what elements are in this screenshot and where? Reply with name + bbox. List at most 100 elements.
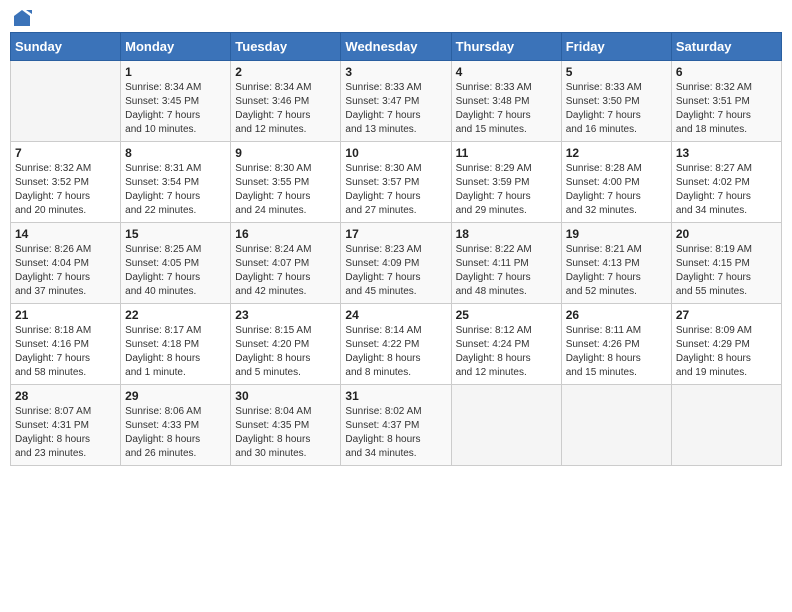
day-info: Sunrise: 8:27 AMSunset: 4:02 PMDaylight:… [676,162,777,218]
calendar-cell: 8Sunrise: 8:31 AMSunset: 3:54 PMDaylight… [121,142,231,223]
calendar-cell: 3Sunrise: 8:33 AMSunset: 3:47 PMDaylight… [341,61,451,142]
calendar-cell: 10 Sunrise: 8:30 AMSunset: 3:57 PMDayligh… [341,142,451,223]
day-number: 6 [676,65,777,79]
calendar-cell [561,385,671,466]
weekday-header-wednesday: Wednesday [341,33,451,61]
day-info: Sunrise: 8:23 AMSunset: 4:09 PMDaylight:… [345,243,446,299]
day-info: Sunrise: 8:06 AMSunset: 4:33 PMDaylight:… [125,405,226,461]
logo [10,10,32,24]
day-info: Sunrise: 8:33 AMSunset: 3:50 PMDaylight:… [566,81,667,137]
day-number: 18 [456,227,557,241]
calendar-cell: 14 Sunrise: 8:26 AMSunset: 4:04 PMDayligh… [11,223,121,304]
calendar-cell: 9 Sunrise: 8:30 AMSunset: 3:55 PMDaylight… [231,142,341,223]
calendar-cell: 17 Sunrise: 8:23 AMSunset: 4:09 PMDayligh… [341,223,451,304]
day-info: Sunrise: 8:02 AMSunset: 4:37 PMDaylight:… [345,405,446,461]
calendar-cell: 11 Sunrise: 8:29 AMSunset: 3:59 PMDayligh… [451,142,561,223]
day-number: 30 [235,389,336,403]
day-info: Sunrise: 8:34 AMSunset: 3:45 PMDaylight:… [125,81,226,137]
day-number: 15 [125,227,226,241]
calendar-cell: 29 Sunrise: 8:06 AMSunset: 4:33 PMDayligh… [121,385,231,466]
day-number: 1 [125,65,226,79]
day-number: 23 [235,308,336,322]
day-info: Sunrise: 8:33 AMSunset: 3:48 PMDaylight:… [456,81,557,137]
weekday-header-monday: Monday [121,33,231,61]
day-number: 10 [345,146,446,160]
day-number: 25 [456,308,557,322]
calendar-cell: 4Sunrise: 8:33 AMSunset: 3:48 PMDaylight… [451,61,561,142]
calendar-cell: 23 Sunrise: 8:15 AMSunset: 4:20 PMDayligh… [231,304,341,385]
calendar-cell: 13 Sunrise: 8:27 AMSunset: 4:02 PMDayligh… [671,142,781,223]
week-row-1: 1 Sunrise: 8:34 AMSunset: 3:45 PMDaylight… [11,61,782,142]
calendar-cell: 18Sunrise: 8:22 AMSunset: 4:11 PMDayligh… [451,223,561,304]
calendar-cell: 26 Sunrise: 8:11 AMSunset: 4:26 PMDayligh… [561,304,671,385]
calendar-cell: 27Sunrise: 8:09 AMSunset: 4:29 PMDayligh… [671,304,781,385]
day-info: Sunrise: 8:26 AMSunset: 4:04 PMDaylight:… [15,243,116,299]
day-info: Sunrise: 8:33 AMSunset: 3:47 PMDaylight:… [345,81,446,137]
weekday-header-sunday: Sunday [11,33,121,61]
day-number: 2 [235,65,336,79]
day-number: 31 [345,389,446,403]
calendar-cell: 7Sunrise: 8:32 AMSunset: 3:52 PMDaylight… [11,142,121,223]
calendar-cell: 2 Sunrise: 8:34 AMSunset: 3:46 PMDaylight… [231,61,341,142]
day-number: 8 [125,146,226,160]
day-number: 22 [125,308,226,322]
day-info: Sunrise: 8:12 AMSunset: 4:24 PMDaylight:… [456,324,557,380]
day-number: 16 [235,227,336,241]
day-info: Sunrise: 8:34 AMSunset: 3:46 PMDaylight:… [235,81,336,137]
calendar-cell: 15 Sunrise: 8:25 AMSunset: 4:05 PMDayligh… [121,223,231,304]
day-info: Sunrise: 8:19 AMSunset: 4:15 PMDaylight:… [676,243,777,299]
page-header [10,10,782,24]
day-number: 26 [566,308,667,322]
day-info: Sunrise: 8:25 AMSunset: 4:05 PMDaylight:… [125,243,226,299]
day-number: 12 [566,146,667,160]
weekday-header-friday: Friday [561,33,671,61]
day-info: Sunrise: 8:09 AMSunset: 4:29 PMDaylight:… [676,324,777,380]
day-info: Sunrise: 8:17 AMSunset: 4:18 PMDaylight:… [125,324,226,380]
calendar-cell: 24 Sunrise: 8:14 AMSunset: 4:22 PMDayligh… [341,304,451,385]
day-info: Sunrise: 8:29 AMSunset: 3:59 PMDaylight:… [456,162,557,218]
calendar-cell: 20Sunrise: 8:19 AMSunset: 4:15 PMDayligh… [671,223,781,304]
day-info: Sunrise: 8:28 AMSunset: 4:00 PMDaylight:… [566,162,667,218]
day-number: 14 [15,227,116,241]
day-number: 5 [566,65,667,79]
calendar-cell [451,385,561,466]
week-row-3: 14 Sunrise: 8:26 AMSunset: 4:04 PMDayligh… [11,223,782,304]
weekday-header-saturday: Saturday [671,33,781,61]
day-info: Sunrise: 8:32 AMSunset: 3:52 PMDaylight:… [15,162,116,218]
calendar-cell: 16 Sunrise: 8:24 AMSunset: 4:07 PMDayligh… [231,223,341,304]
day-number: 28 [15,389,116,403]
calendar-cell: 30 Sunrise: 8:04 AMSunset: 4:35 PMDayligh… [231,385,341,466]
calendar-cell [671,385,781,466]
day-info: Sunrise: 8:11 AMSunset: 4:26 PMDaylight:… [566,324,667,380]
weekday-header-tuesday: Tuesday [231,33,341,61]
calendar-body: 1 Sunrise: 8:34 AMSunset: 3:45 PMDaylight… [11,61,782,466]
day-info: Sunrise: 8:30 AMSunset: 3:55 PMDaylight:… [235,162,336,218]
weekday-header-row: SundayMondayTuesdayWednesdayThursdayFrid… [11,33,782,61]
day-number: 21 [15,308,116,322]
calendar-cell: 22 Sunrise: 8:17 AMSunset: 4:18 PMDayligh… [121,304,231,385]
day-number: 11 [456,146,557,160]
day-number: 17 [345,227,446,241]
day-info: Sunrise: 8:18 AMSunset: 4:16 PMDaylight:… [15,324,116,380]
day-number: 13 [676,146,777,160]
day-info: Sunrise: 8:30 AMSunset: 3:57 PMDaylight:… [345,162,446,218]
day-info: Sunrise: 8:07 AMSunset: 4:31 PMDaylight:… [15,405,116,461]
day-info: Sunrise: 8:14 AMSunset: 4:22 PMDaylight:… [345,324,446,380]
day-number: 9 [235,146,336,160]
day-number: 24 [345,308,446,322]
calendar-table: SundayMondayTuesdayWednesdayThursdayFrid… [10,32,782,466]
logo-icon [12,8,32,28]
day-info: Sunrise: 8:15 AMSunset: 4:20 PMDaylight:… [235,324,336,380]
calendar-cell: 5 Sunrise: 8:33 AMSunset: 3:50 PMDaylight… [561,61,671,142]
calendar-cell: 19Sunrise: 8:21 AMSunset: 4:13 PMDayligh… [561,223,671,304]
day-info: Sunrise: 8:04 AMSunset: 4:35 PMDaylight:… [235,405,336,461]
day-info: Sunrise: 8:21 AMSunset: 4:13 PMDaylight:… [566,243,667,299]
day-number: 29 [125,389,226,403]
calendar-cell: 12 Sunrise: 8:28 AMSunset: 4:00 PMDayligh… [561,142,671,223]
week-row-4: 21 Sunrise: 8:18 AMSunset: 4:16 PMDayligh… [11,304,782,385]
day-info: Sunrise: 8:32 AMSunset: 3:51 PMDaylight:… [676,81,777,137]
calendar-cell: 1 Sunrise: 8:34 AMSunset: 3:45 PMDaylight… [121,61,231,142]
calendar-cell: 28 Sunrise: 8:07 AMSunset: 4:31 PMDayligh… [11,385,121,466]
day-info: Sunrise: 8:24 AMSunset: 4:07 PMDaylight:… [235,243,336,299]
calendar-cell: 21 Sunrise: 8:18 AMSunset: 4:16 PMDayligh… [11,304,121,385]
